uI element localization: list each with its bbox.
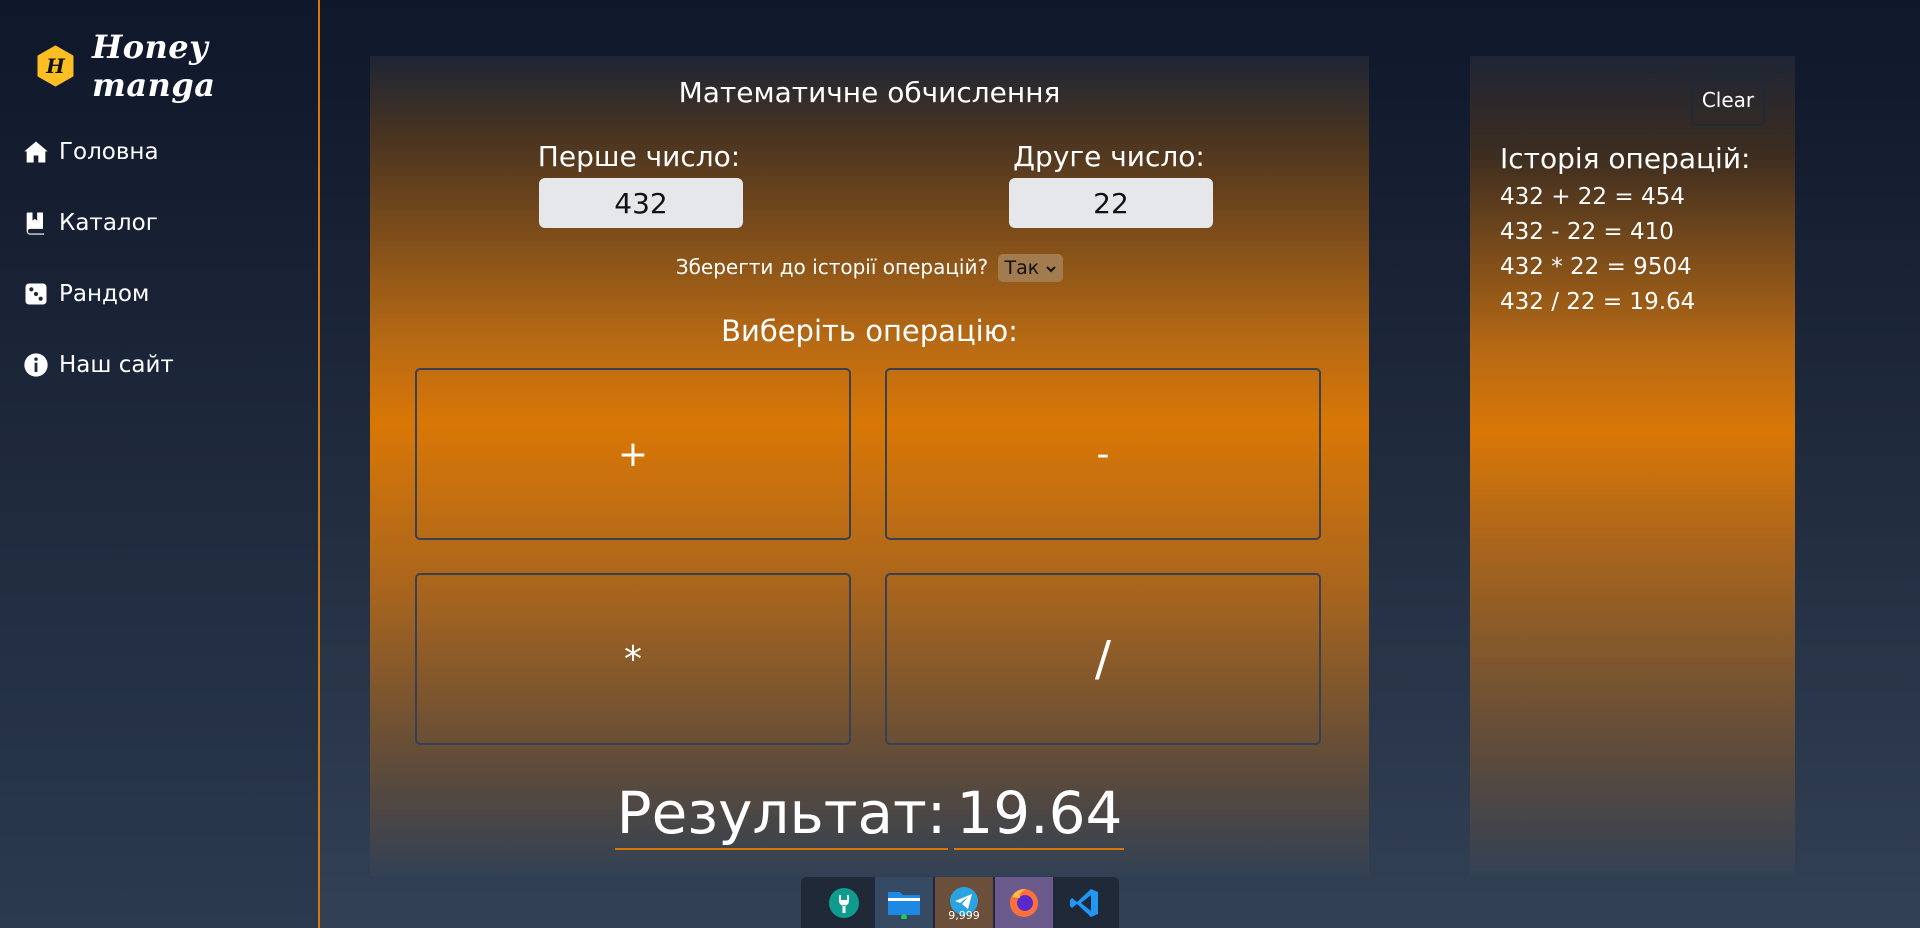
nav-item-label: Головна: [59, 139, 159, 165]
logo-letter: H: [45, 54, 66, 78]
book-icon: [26, 212, 45, 235]
nav-item-label: Каталог: [59, 210, 158, 236]
history-entry: 432 / 22 = 19.64: [1500, 289, 1696, 315]
first-number-input[interactable]: [539, 178, 743, 228]
nav-item-random[interactable]: Рандом: [22, 274, 174, 314]
history-entry: 432 + 22 = 454: [1500, 184, 1685, 210]
firefox-app[interactable]: [995, 877, 1053, 928]
firefox-icon: [1010, 888, 1038, 917]
history-title: Історія операцій:: [1500, 142, 1751, 175]
taskbar: 9,999: [801, 877, 1119, 928]
history-panel: Clear Історія операцій: 432 + 22 = 454 4…: [1470, 56, 1795, 876]
folder-icon: [888, 891, 920, 919]
home-icon: [24, 141, 48, 163]
nav-item-label: Рандом: [59, 281, 150, 307]
vscode-icon: [1070, 888, 1098, 917]
add-button[interactable]: +: [415, 368, 851, 540]
result-value: 19.64: [954, 778, 1125, 850]
honey-hexagon-icon: H: [37, 45, 74, 87]
result-display: Результат: 19.64: [370, 778, 1369, 850]
dice-icon: [25, 283, 47, 305]
result-label: Результат:: [614, 778, 949, 850]
nav-item-catalog[interactable]: Каталог: [22, 203, 174, 243]
history-entry: 432 * 22 = 9504: [1500, 254, 1692, 280]
calculator-card: Математичне обчислення Перше число: Друг…: [370, 56, 1369, 876]
save-history-row: Зберегти до історії операцій? Так: [370, 254, 1369, 282]
history-entry: 432 - 22 = 410: [1500, 219, 1674, 245]
clear-button[interactable]: Clear: [1691, 74, 1765, 126]
settings-wrench-icon: [829, 887, 859, 918]
info-icon: [24, 353, 48, 377]
logo[interactable]: H Honey manga: [33, 28, 318, 104]
multiply-button[interactable]: *: [415, 573, 851, 745]
nav-item-label: Наш сайт: [59, 352, 174, 378]
second-number-label: Друге число:: [1013, 140, 1205, 173]
second-number-input[interactable]: [1009, 178, 1213, 228]
subtract-button[interactable]: -: [885, 368, 1321, 540]
logo-text: Honey manga: [91, 28, 216, 104]
nav-item-home[interactable]: Головна: [22, 132, 174, 172]
sidebar: H Honey manga Головна Каталог Рандом Наш…: [0, 0, 320, 928]
nav-menu: Головна Каталог Рандом Наш сайт: [22, 132, 174, 416]
nav-item-our-site[interactable]: Наш сайт: [22, 345, 174, 385]
divide-button[interactable]: /: [885, 573, 1321, 745]
files-app[interactable]: [875, 877, 933, 928]
save-history-question: Зберегти до історії операцій?: [675, 255, 989, 279]
first-number-label: Перше число:: [537, 140, 741, 173]
vscode-app[interactable]: [1055, 877, 1113, 928]
save-history-select[interactable]: Так: [998, 254, 1064, 282]
telegram-app[interactable]: 9,999: [935, 877, 993, 928]
chevron-down-icon: [1046, 266, 1056, 273]
operation-title: Виберіть операцію:: [721, 314, 1018, 348]
history-list: 432 + 22 = 454 432 - 22 = 410 432 * 22 =…: [1500, 180, 1695, 320]
telegram-badge: 9,999: [948, 909, 980, 922]
settings-app[interactable]: [815, 877, 873, 928]
save-history-selected: Так: [1004, 257, 1040, 279]
page-title: Математичне обчислення: [678, 76, 1061, 109]
